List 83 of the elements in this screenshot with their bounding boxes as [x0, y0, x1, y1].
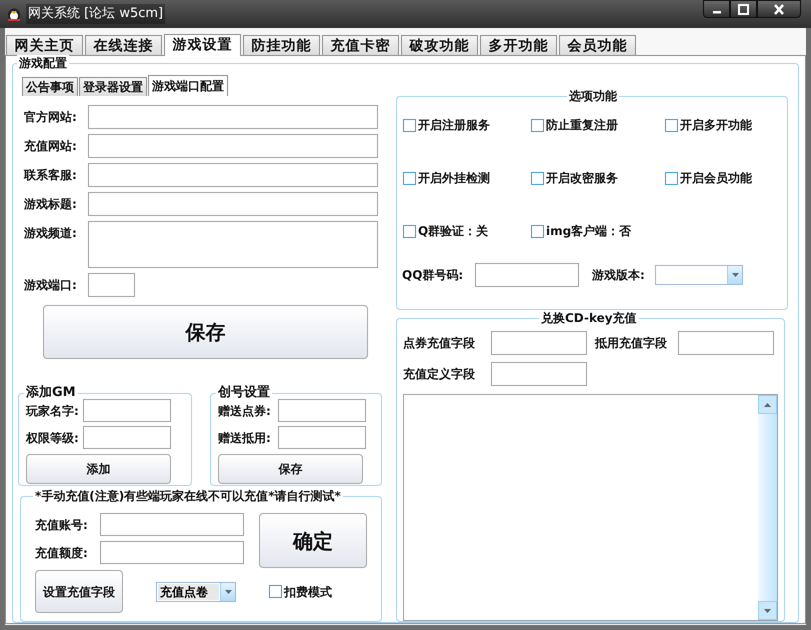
tab[interactable]: 多开功能 [480, 35, 557, 55]
checkbox-label: 扣费模式 [284, 584, 332, 601]
field-label: 游戏端口: [24, 277, 78, 294]
field-label: 赠送抵用: [218, 430, 272, 447]
checkbox-label: 防止重复注册 [546, 117, 618, 134]
tab[interactable]: 游戏设置 [164, 34, 241, 56]
text-field[interactable] [88, 273, 135, 297]
close-icon [774, 4, 784, 14]
checkbox-label: img客户端：否 [546, 223, 632, 240]
minimize-button[interactable] [703, 0, 730, 18]
maximize-icon [738, 4, 749, 14]
text-field[interactable] [88, 163, 378, 187]
text-field[interactable] [278, 426, 366, 450]
checkbox[interactable] [665, 172, 678, 184]
field-label: 赠送点券: [218, 402, 272, 420]
checkbox[interactable] [403, 172, 416, 184]
checkbox[interactable] [531, 118, 544, 132]
checkbox-label: Q群验证：关 [418, 223, 488, 240]
sub-tab[interactable]: 公告事项 [22, 77, 78, 96]
checkbox[interactable] [403, 224, 416, 238]
field-label: 充值账号: [35, 516, 89, 534]
checkbox-label: 开启注册服务 [418, 117, 490, 134]
group-title: *手动充值(注意)有些端玩家在线不可以充值*请自行测试* [33, 488, 343, 504]
group-title: 兑换CD-key充值 [539, 310, 639, 326]
sub-tab[interactable]: 游戏端口配置 [148, 75, 228, 96]
tab[interactable]: 充值卡密 [322, 35, 399, 55]
text-field[interactable] [678, 331, 774, 355]
dropdown[interactable] [655, 265, 743, 285]
field-label: 官方网站: [24, 109, 78, 126]
checkbox-label: 开启多开功能 [680, 117, 752, 134]
button[interactable]: 设置充值字段 [35, 570, 123, 614]
group-title: 游戏配置 [17, 55, 69, 71]
field-label: 联系客服: [24, 167, 78, 184]
checkbox[interactable] [403, 118, 416, 132]
text-field[interactable] [83, 426, 171, 450]
close-button[interactable] [757, 0, 801, 18]
button[interactable]: 添加 [26, 454, 171, 484]
text-field[interactable] [100, 513, 244, 536]
text-field[interactable] [491, 331, 587, 355]
penguin-icon [6, 6, 22, 22]
text-field[interactable] [88, 192, 378, 216]
field-label: 抵用充值字段 [595, 335, 668, 352]
checkbox[interactable] [531, 224, 544, 238]
text-field[interactable] [100, 541, 244, 564]
sub-tab[interactable]: 登录器设置 [79, 77, 147, 96]
minimize-icon [712, 11, 720, 14]
text-field[interactable] [278, 399, 366, 422]
text-field[interactable] [88, 105, 378, 129]
field-label: 游戏版本: [592, 267, 646, 284]
field-label: 权限等级: [26, 430, 80, 447]
tab[interactable]: 网关主页 [6, 35, 83, 55]
field-label: QQ群号码: [402, 267, 464, 284]
field-label: 充值额度: [35, 544, 89, 562]
checkbox[interactable] [531, 172, 544, 184]
checkbox-label: 开启外挂检测 [418, 170, 490, 187]
scrollbar[interactable] [758, 395, 777, 620]
field-label: 点券充值字段 [403, 335, 476, 352]
field-label: 充值网站: [24, 138, 78, 155]
checkbox-label: 开启改密服务 [546, 170, 618, 187]
button[interactable]: 保存 [43, 305, 368, 360]
tab[interactable]: 破攻功能 [401, 35, 478, 55]
text-field[interactable] [83, 399, 171, 422]
maximize-button[interactable] [730, 0, 757, 18]
tab[interactable]: 在线连接 [85, 35, 162, 55]
text-area[interactable] [88, 221, 378, 268]
tab[interactable]: 会员功能 [559, 35, 636, 55]
text-field[interactable] [475, 263, 579, 287]
field-label: 玩家名字: [26, 402, 80, 420]
button[interactable]: 确定 [259, 513, 367, 568]
field-label: 充值定义字段 [403, 366, 476, 383]
field-label: 游戏标题: [24, 196, 78, 213]
checkbox[interactable] [665, 118, 678, 132]
checkbox[interactable] [269, 585, 282, 598]
checkbox-label: 开启会员功能 [680, 170, 752, 187]
dropdown-value: 充值点卷 [158, 584, 219, 600]
button[interactable]: 保存 [218, 454, 363, 484]
dropdown[interactable]: 充值点卷 [156, 582, 236, 602]
tab[interactable]: 防挂功能 [243, 35, 320, 55]
text-field[interactable] [88, 134, 378, 158]
group-title: 选项功能 [567, 88, 619, 104]
text-field[interactable] [491, 362, 587, 386]
field-label: 游戏频道: [24, 225, 78, 242]
window-title: 网关系统 [论坛 w5cm] [26, 4, 166, 24]
